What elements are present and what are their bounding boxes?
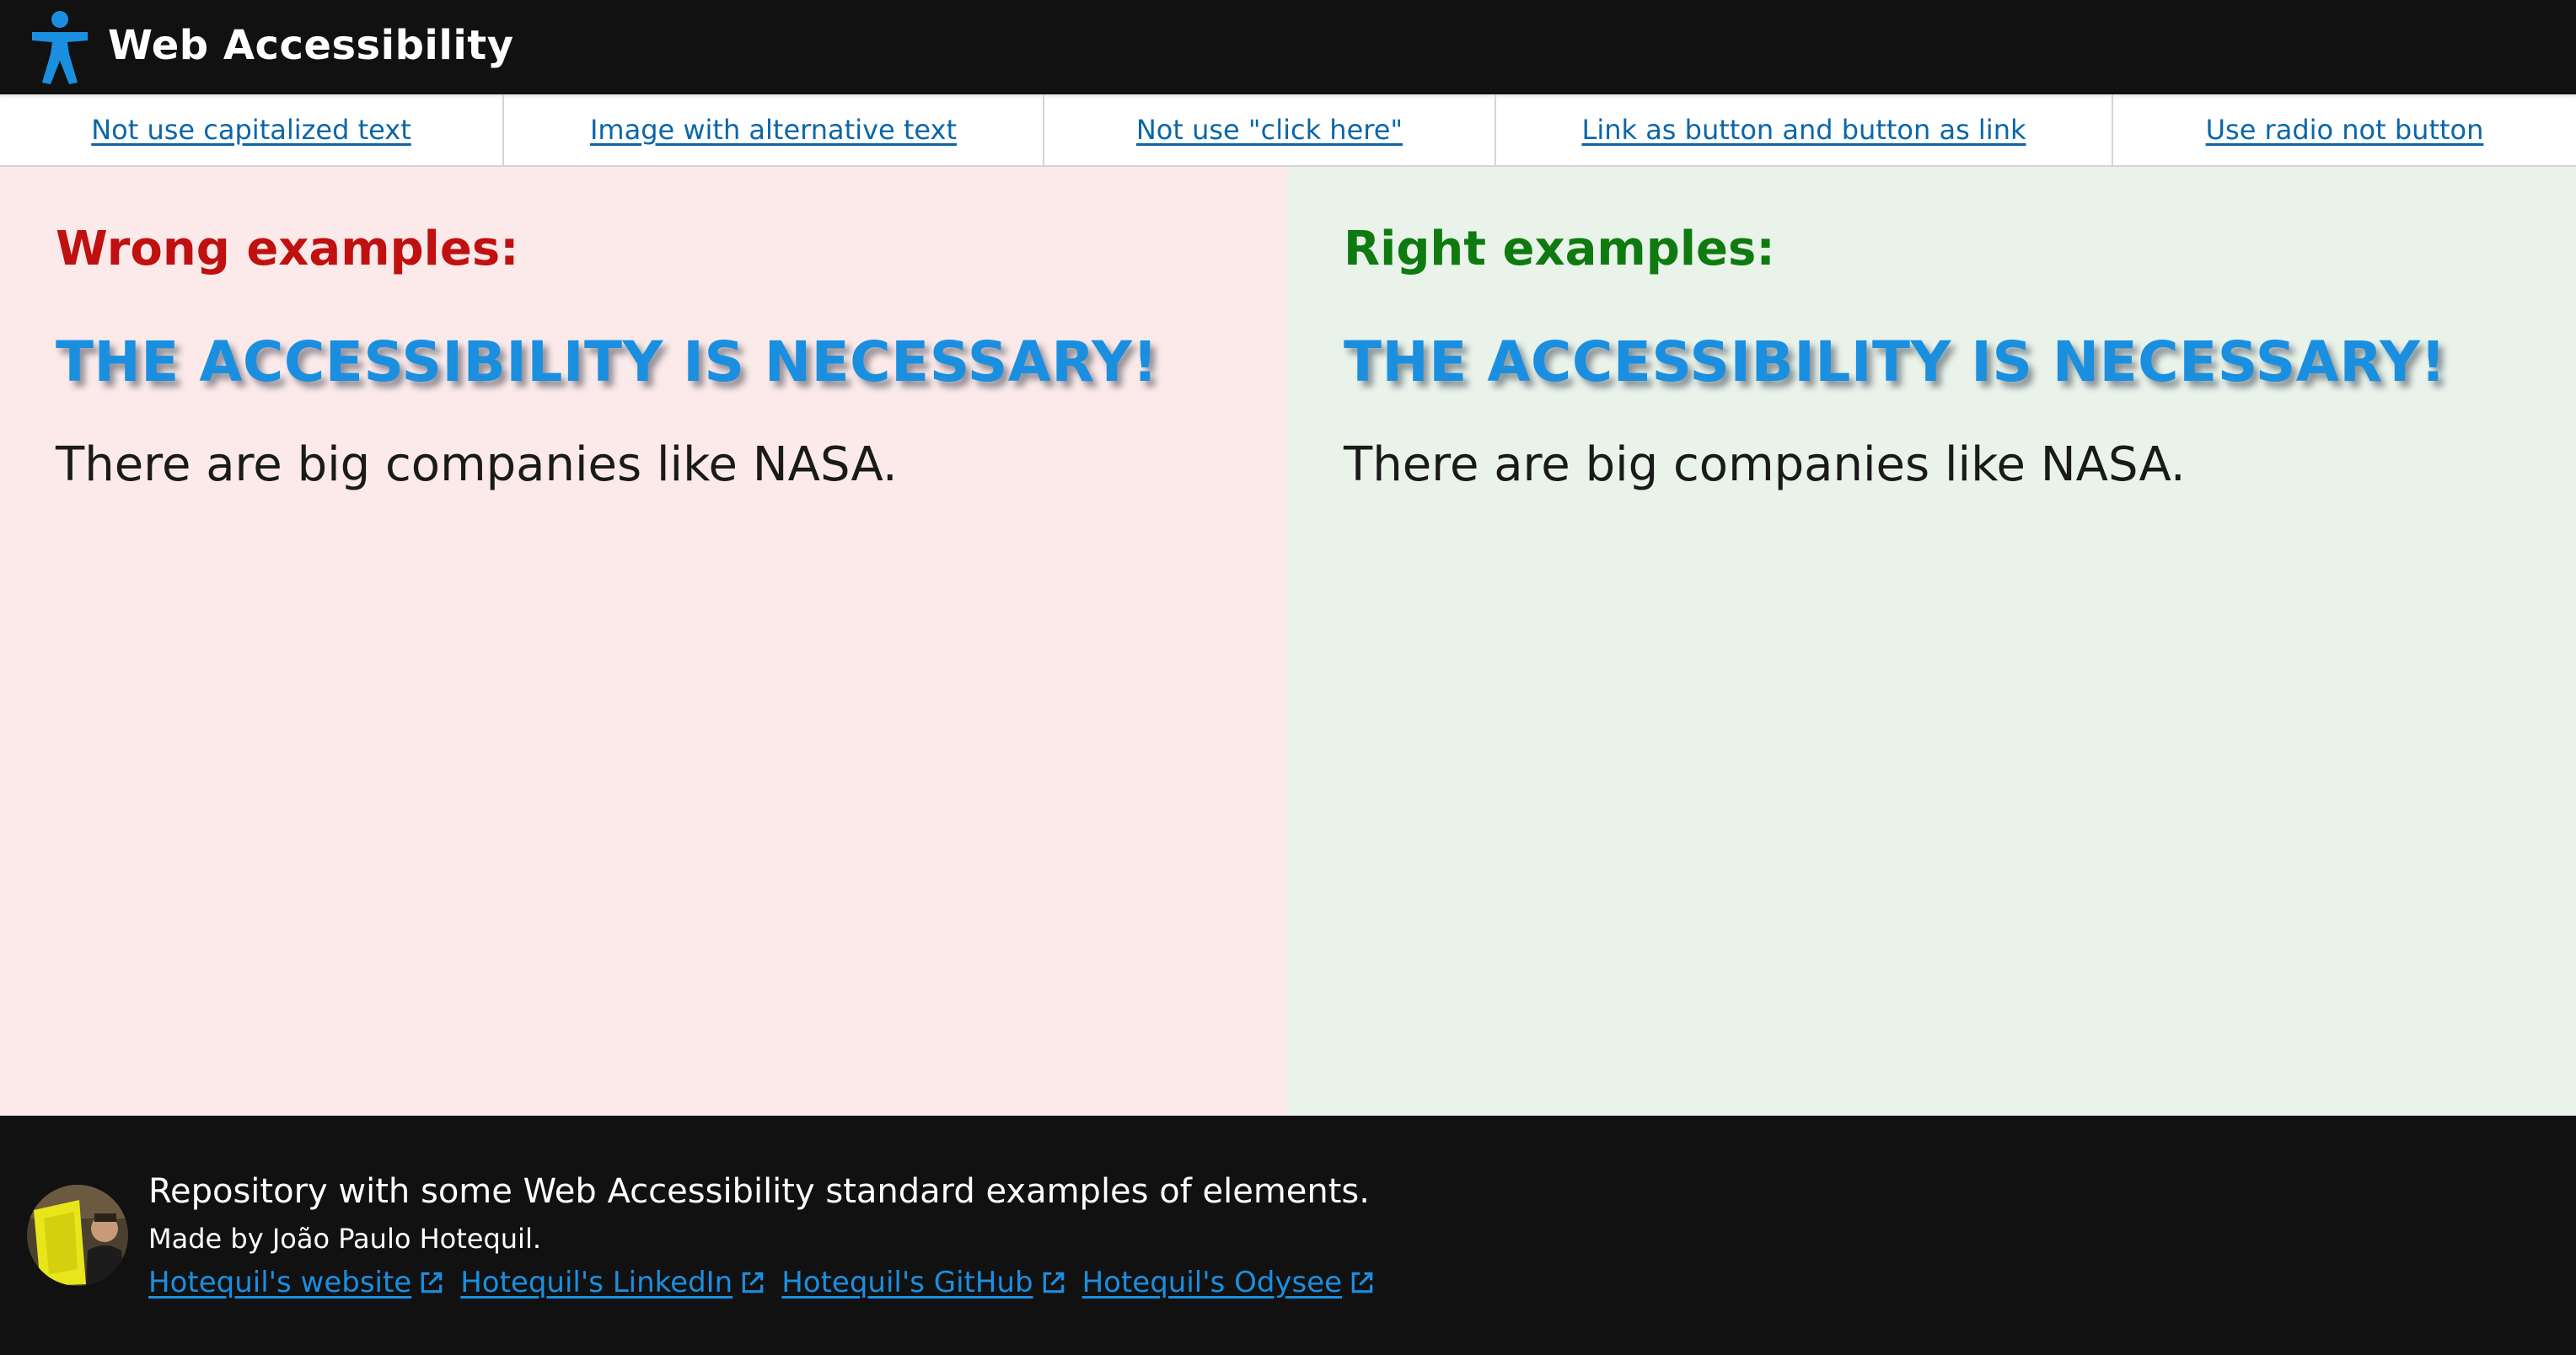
tab-link-link-button[interactable]: Link as button and button as link <box>1581 114 2026 146</box>
github-link-label[interactable]: Hotequil's GitHub <box>781 1262 1033 1303</box>
tab-nav: Not use capitalized text Image with alte… <box>0 94 2576 167</box>
website-link-label[interactable]: Hotequil's website <box>148 1262 411 1303</box>
app-footer: Repository with some Web Accessibility s… <box>0 1116 2576 1355</box>
wrong-accessibility-banner: THE ACCESSIBILITY IS NECESSARY! <box>56 329 1158 394</box>
external-link-icon <box>421 1272 443 1293</box>
accessibility-person-icon[interactable] <box>29 10 91 84</box>
footer-author: Made by João Paulo Hotequil. <box>148 1223 541 1255</box>
right-examples-heading: Right examples: <box>1344 222 1775 276</box>
external-link-icon <box>742 1272 764 1293</box>
linkedin-link-label[interactable]: Hotequil's LinkedIn <box>460 1262 733 1303</box>
right-examples-panel: Right examples: THE ACCESSIBILITY IS NEC… <box>1288 167 2576 1116</box>
odysee-link-label[interactable]: Hotequil's Odysee <box>1082 1262 1343 1303</box>
tab-link-click-here[interactable]: Not use "click here" <box>1136 114 1403 146</box>
odysee-link[interactable]: Hotequil's Odysee <box>1082 1262 1377 1303</box>
footer-description: Repository with some Web Accessibility s… <box>148 1172 1370 1211</box>
author-photo <box>27 1185 128 1286</box>
github-link[interactable]: Hotequil's GitHub <box>781 1262 1066 1303</box>
app-header: Web Accessibility <box>0 0 2576 94</box>
website-link[interactable]: Hotequil's website <box>148 1262 445 1303</box>
app-title[interactable]: Web Accessibility <box>108 19 514 72</box>
tab-link-radio-button[interactable]: Use radio not button <box>2206 114 2484 146</box>
wrong-examples-heading: Wrong examples: <box>56 222 519 276</box>
avatar <box>27 1185 128 1286</box>
wrong-examples-panel: Wrong examples: THE ACCESSIBILITY IS NEC… <box>0 167 1288 1116</box>
tab-link-button: Link as button and button as link <box>1496 94 2113 165</box>
right-companies-text: There are big companies like NASA. <box>1344 437 2186 492</box>
external-link-icon <box>1351 1272 1373 1293</box>
wrong-companies-text: There are big companies like NASA. <box>56 437 898 492</box>
external-link-icon <box>1043 1272 1064 1293</box>
tab-link-image-alt-text[interactable]: Image with alternative text <box>590 114 957 146</box>
footer-links: Hotequil's website Hotequil's LinkedIn H… <box>148 1262 1391 1303</box>
right-accessibility-banner: THE ACCESSIBILITY IS NECESSARY! <box>1344 329 2446 394</box>
linkedin-link[interactable]: Hotequil's LinkedIn <box>460 1262 766 1303</box>
tab-capitalized-text: Not use capitalized text <box>0 94 504 165</box>
tab-image-alt-text: Image with alternative text <box>504 94 1044 165</box>
tab-click-here: Not use "click here" <box>1044 94 1496 165</box>
tab-radio-button: Use radio not button <box>2113 94 2576 165</box>
tab-link-capitalized-text[interactable]: Not use capitalized text <box>91 114 411 146</box>
